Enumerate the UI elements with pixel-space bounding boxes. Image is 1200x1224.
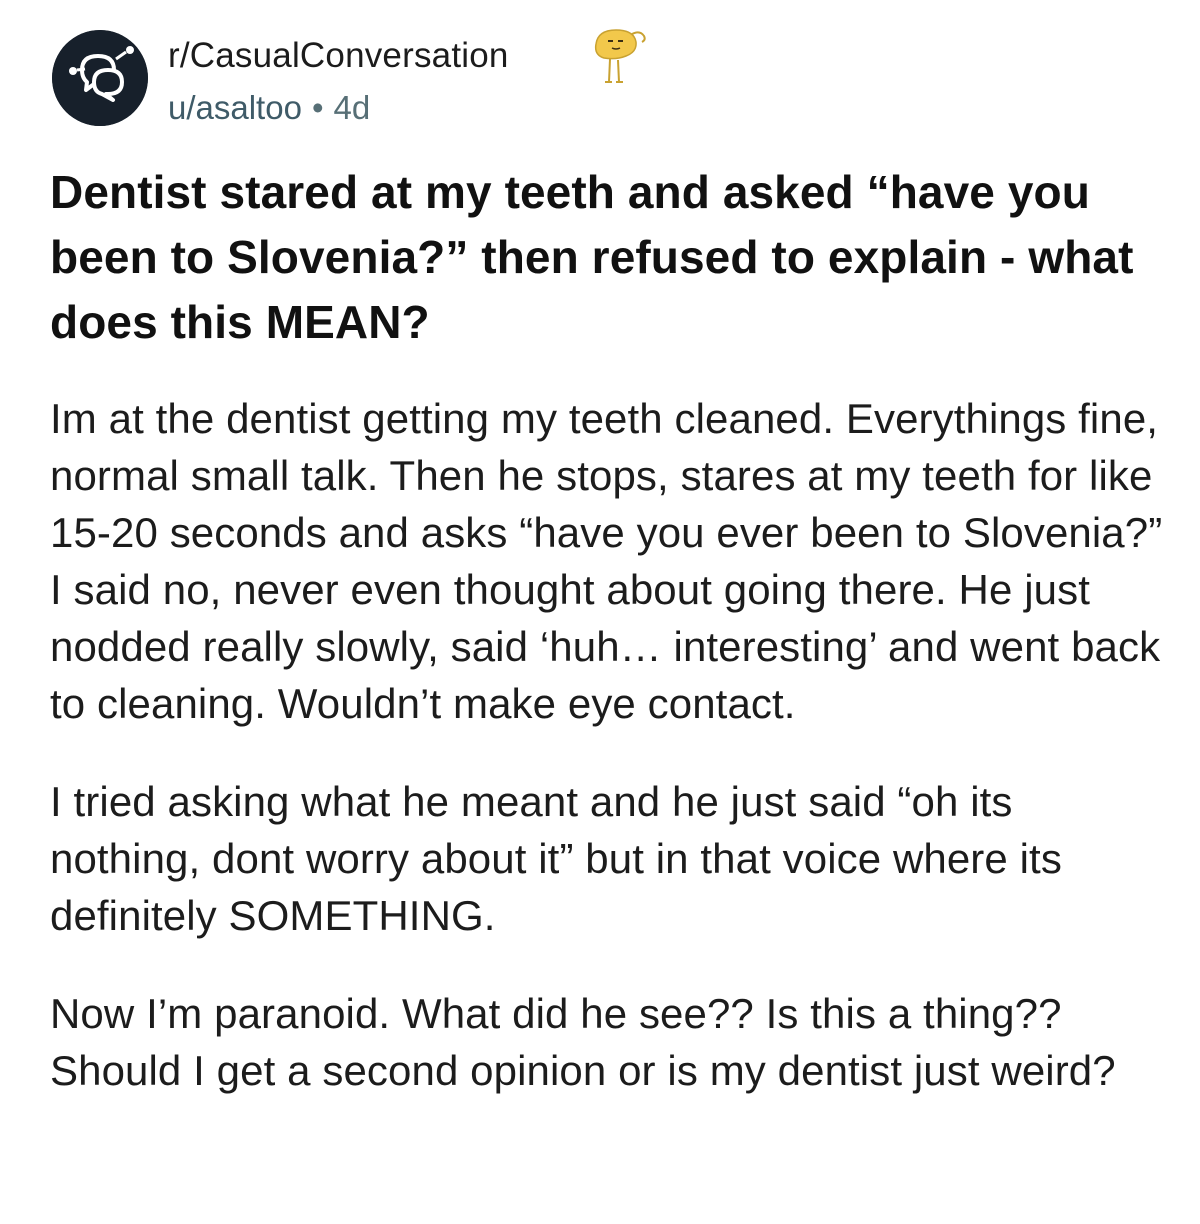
subreddit-name[interactable]: r/CasualConversation [168, 30, 509, 82]
speech-bubbles-icon [52, 30, 148, 126]
byline: u/asaltoo • 4d [168, 82, 509, 134]
subreddit-avatar[interactable] [52, 30, 148, 126]
post-meta: r/CasualConversation u/asaltoo • 4d [168, 30, 509, 134]
body-paragraph: Now I’m paranoid. What did he see?? Is t… [50, 990, 1116, 1094]
byline-separator: • [311, 89, 324, 126]
author-link[interactable]: u/asaltoo [168, 89, 302, 126]
body-paragraph: Im at the dentist getting my teeth clean… [50, 395, 1163, 727]
body-paragraph: I tried asking what he meant and he just… [50, 778, 1062, 939]
post-header: r/CasualConversation u/asaltoo • 4d [52, 29, 1152, 140]
post-body: Im at the dentist getting my teeth clean… [50, 390, 1170, 1140]
post-title[interactable]: Dentist stared at my teeth and asked “ha… [50, 160, 1160, 355]
post-age: 4d [333, 89, 371, 126]
award-mascot-icon[interactable] [588, 24, 650, 86]
